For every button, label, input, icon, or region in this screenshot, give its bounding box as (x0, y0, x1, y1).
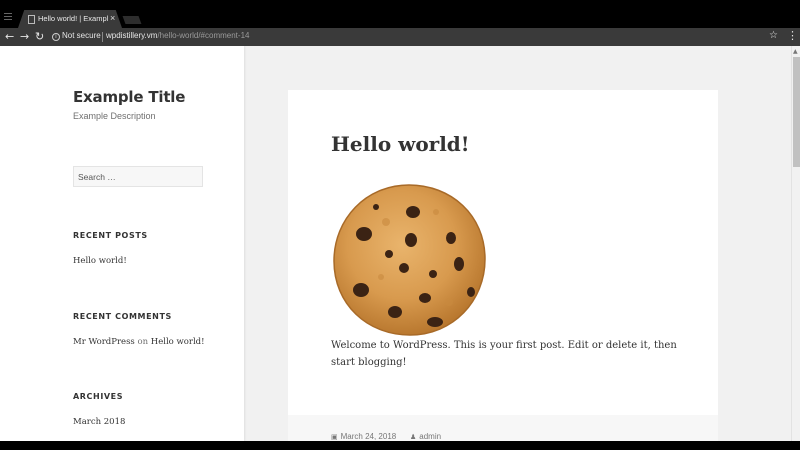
new-tab-button[interactable] (122, 16, 142, 24)
tab-strip: Hello world! | Example Ti × (0, 0, 800, 28)
address-bar[interactable]: i Not secure wpdistillery.vm/hello-world… (50, 30, 768, 44)
page-viewport: Example Title Example Description Search… (0, 46, 800, 441)
recent-posts-heading: RECENT POSTS (73, 231, 148, 240)
search-input[interactable]: Search … (73, 166, 203, 187)
tab-close-icon[interactable]: × (110, 13, 115, 23)
forward-icon[interactable]: → (20, 30, 29, 44)
sidebar: Example Title Example Description Search… (0, 46, 244, 441)
url-path: /hello-world/#comment-14 (157, 31, 250, 40)
page-favicon-icon (28, 15, 35, 24)
address-divider (102, 32, 103, 42)
archives-heading: ARCHIVES (73, 392, 124, 401)
browser-tab-active[interactable]: Hello world! | Example Ti × (18, 10, 122, 28)
info-icon[interactable]: i (52, 33, 60, 41)
bookmark-star-icon[interactable]: ☆ (769, 30, 778, 41)
tab-title: Hello world! | Example Ti (38, 14, 108, 23)
url-text[interactable]: wpdistillery.vm/hello-world/#comment-14 (106, 31, 249, 40)
post-content: Welcome to WordPress. This is your first… (331, 340, 677, 368)
recent-comment-item: Mr WordPress on Hello world! (73, 337, 205, 347)
scroll-thumb[interactable] (793, 57, 800, 167)
browser-menu-icon[interactable]: ⋮ (787, 29, 798, 42)
vertical-scrollbar[interactable]: ▲ (791, 46, 800, 441)
post-date[interactable]: ▣ March 24, 2018 (331, 432, 396, 441)
archive-link[interactable]: March 2018 (73, 417, 125, 427)
post-card: Hello world! Welcome to WordPress. This … (288, 90, 718, 415)
back-icon[interactable]: ← (5, 30, 14, 44)
user-icon: ♟ (410, 434, 417, 441)
post-author-text: admin (419, 432, 442, 441)
site-title[interactable]: Example Title (73, 88, 185, 106)
post-meta: ▣ March 24, 2018 ♟ admin (288, 415, 718, 441)
recent-comments-heading: RECENT COMMENTS (73, 312, 172, 321)
reload-icon[interactable]: ↻ (35, 30, 44, 44)
post-title[interactable]: Hello world! (331, 132, 470, 156)
window-menu-icon[interactable] (4, 13, 12, 21)
security-indicator[interactable]: Not secure (62, 31, 101, 40)
calendar-icon: ▣ (331, 434, 338, 441)
url-host: wpdistillery.vm (106, 31, 158, 40)
post-date-text: March 24, 2018 (340, 432, 397, 441)
recent-post-link[interactable]: Hello world! (73, 256, 127, 266)
comment-connector: on (137, 337, 149, 347)
comment-post-link[interactable]: Hello world! (151, 337, 205, 347)
scroll-up-arrow-icon[interactable]: ▲ (793, 48, 798, 55)
site-description: Example Description (73, 111, 156, 121)
browser-toolbar: ← → ↻ i Not secure wpdistillery.vm/hello… (0, 28, 800, 46)
cookie-image (333, 184, 486, 336)
window-bottom-edge (0, 441, 800, 450)
post-author[interactable]: ♟ admin (410, 432, 441, 441)
comment-author-link[interactable]: Mr WordPress (73, 337, 135, 347)
